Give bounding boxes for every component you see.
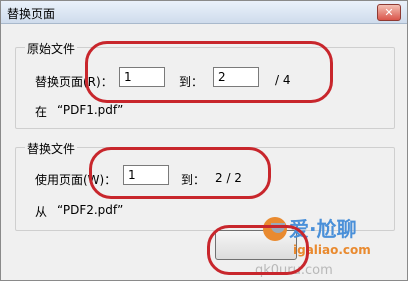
replacement-page-range: 2 / 2 <box>215 171 242 185</box>
watermark-domain-text: qk0uru.com <box>255 263 333 278</box>
replace-pages-label: 替换页面(R)： <box>35 75 113 89</box>
watermark-main-text: 爱·尬聊 <box>289 217 357 241</box>
close-icon: ✕ <box>384 6 394 19</box>
close-button[interactable]: ✕ <box>377 4 401 21</box>
replacement-file-name: “PDF2.pdf” <box>57 203 124 217</box>
replacement-file-legend: 替换文件 <box>25 140 78 157</box>
dialog-title: 替换页面 <box>7 7 56 21</box>
use-from-input[interactable] <box>123 165 169 185</box>
original-file-name: “PDF1.pdf” <box>57 103 124 117</box>
original-file-legend: 原始文件 <box>25 40 78 57</box>
original-in-label: 在 <box>35 105 48 119</box>
replace-from-input[interactable] <box>119 67 165 87</box>
original-total-pages: / 4 <box>275 73 291 87</box>
use-to-label: 到： <box>181 173 206 187</box>
replace-pages-dialog: 替换页面 ✕ 原始文件 替换页面(R)： 到： / 4 在 “PDF1.pdf”… <box>0 0 408 281</box>
replacement-from-label: 从 <box>35 205 48 219</box>
replace-to-input[interactable] <box>213 67 259 87</box>
title-bar: 替换页面 ✕ <box>1 1 407 24</box>
replace-to-label: 到： <box>179 75 204 89</box>
use-pages-label: 使用页面(W)： <box>35 173 117 187</box>
watermark-sub-text: igaliao.com <box>293 243 371 257</box>
